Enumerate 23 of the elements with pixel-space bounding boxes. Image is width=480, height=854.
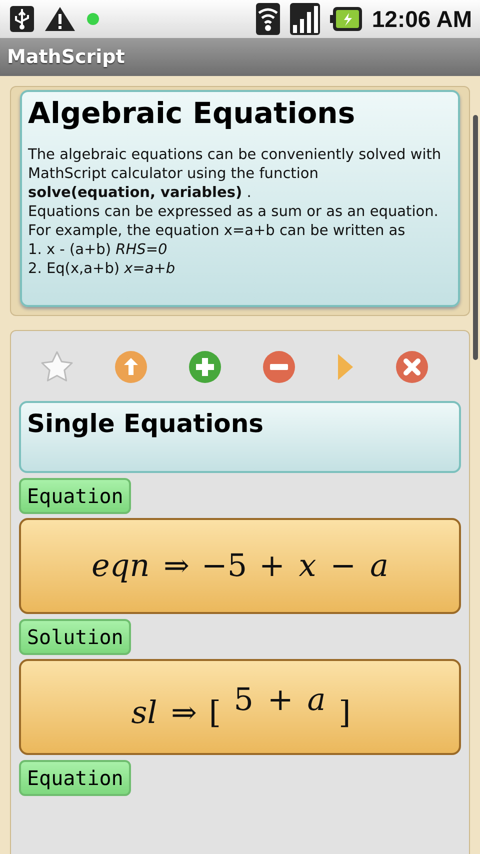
cell-type-label[interactable]: Equation [19,478,132,514]
intro-text-line: 2. Eq(x,a+b) x=a+b [28,260,176,279]
close-icon[interactable] [395,350,430,384]
wifi-icon [256,3,280,35]
intro-text-line: Equations can be expressed as a sum or as an equation. [28,203,440,222]
formula-card[interactable]: eqn ⇒ −5 + x − a [19,518,461,614]
battery-icon [330,7,362,31]
usb-icon [10,6,34,32]
app-title: MathScript [7,46,125,68]
intro-text-line: 1. x - (a+b) RHS=0 [28,241,168,260]
intro-text-line: For example, the equation x=a+b can be written as [28,222,406,241]
notification-dot-icon [86,12,100,26]
status-time: 12:06 AM [372,6,472,32]
warning-icon [44,6,76,32]
section-heading: Single Equations [27,409,264,438]
cell-type-label[interactable]: Equation [19,760,132,796]
signal-icon [290,3,320,35]
add-icon[interactable] [188,350,222,384]
cell-type-label[interactable]: Solution [19,619,132,655]
intro-text-line: solve(equation, variables) . [28,184,252,203]
remove-icon[interactable] [262,350,296,384]
formula-text: eqn ⇒ −5 + x − a [90,546,390,586]
intro-heading: Algebraic Equations [28,96,356,130]
